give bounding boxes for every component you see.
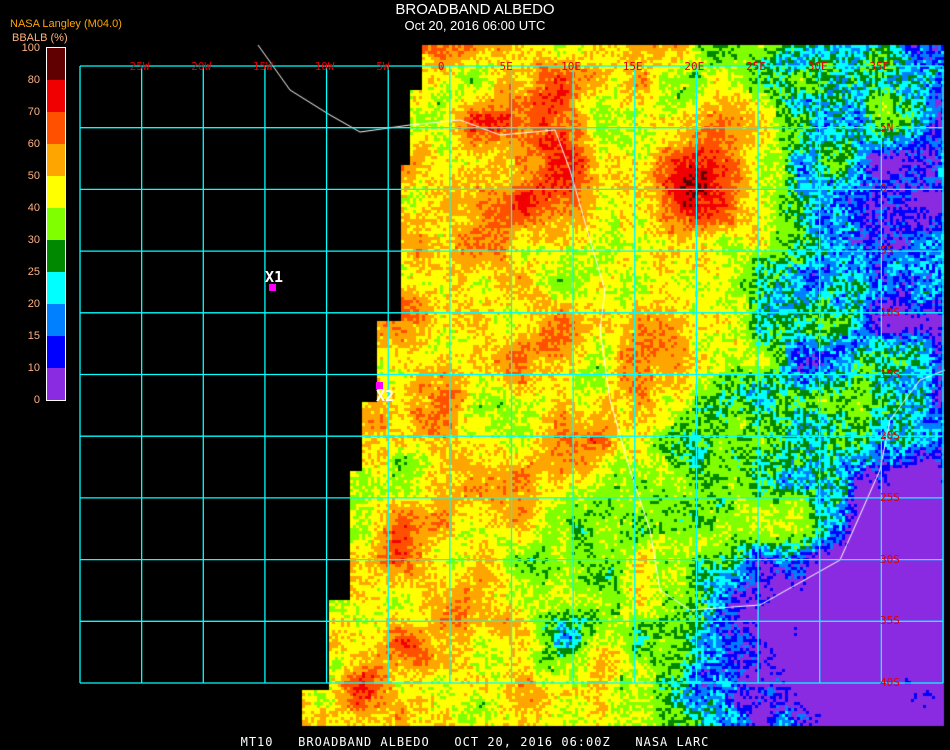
colorbar-tick-label: 100 (21, 42, 40, 54)
colorbar-tick-label: 15 (27, 330, 40, 342)
longitude-label: 25E (746, 60, 766, 73)
longitude-label: 20E (684, 60, 705, 73)
marker-x2-label: X2 (376, 387, 395, 405)
colorbar-tick-label: 40 (27, 202, 40, 214)
latitude-label: 25S (880, 490, 900, 504)
colorbar-bin (47, 272, 65, 304)
colorbar (46, 47, 66, 401)
colorbar-tick-label: 25 (27, 266, 40, 278)
latitude-label: 0 (880, 182, 887, 196)
lat-lon-grid (79, 65, 944, 684)
map-timestamp: Oct 20, 2016 06:00 UTC (404, 18, 546, 33)
longitude-label: 20W (191, 60, 212, 73)
marker-x1-label: X1 (265, 268, 284, 286)
colorbar-tick-label: 30 (27, 234, 40, 246)
satellite-map-view: BROADBAND ALBEDO Oct 20, 2016 06:00 UTC … (0, 0, 950, 750)
longitude-label: 5W (376, 60, 390, 73)
latitude-label: 15S (880, 367, 900, 381)
source-label: NASA Langley (M04.0) (10, 18, 122, 30)
longitude-label: 10E (561, 60, 582, 73)
colorbar-bin (47, 368, 65, 400)
map-title: BROADBAND ALBEDO (395, 1, 555, 18)
longitude-label: 0 (437, 60, 445, 73)
colorbar-tick-label: 70 (27, 106, 40, 118)
colorbar-bin (47, 304, 65, 336)
latitude-label: 40S (880, 676, 900, 689)
latitude-label: 30S (880, 552, 900, 566)
latitude-label: 20S (880, 429, 900, 443)
colorbar-tick-label: 50 (27, 170, 40, 182)
colorbar-tick-label: 10 (27, 362, 40, 374)
latitude-label: 5S (880, 244, 894, 258)
longitude-label: 10W (314, 60, 335, 73)
longitude-label: 5E (499, 60, 513, 73)
colorbar-tick-label: 80 (27, 74, 40, 86)
longitude-label: 15W (252, 60, 273, 73)
longitude-label: 15E (622, 60, 643, 73)
colorbar-bin (47, 336, 65, 368)
longitude-label: 30E (807, 60, 828, 73)
colorbar-bin (47, 48, 65, 80)
longitude-label: 35E (869, 60, 890, 73)
colorbar-tick-label: 20 (27, 298, 40, 310)
latitude-label: 10S (880, 305, 900, 319)
colorbar-bin (47, 80, 65, 112)
colorbar-tick-label: 0 (33, 394, 40, 406)
colorbar-bin (47, 112, 65, 144)
latitude-label: 35S (880, 614, 900, 628)
longitude-label: 25W (129, 60, 150, 73)
colorbar-bin (47, 144, 65, 176)
colorbar-bin (47, 240, 65, 272)
footer-caption: MT10 BROADBAND ALBEDO OCT 20, 2016 06:00… (240, 735, 710, 749)
colorbar-bin (47, 176, 65, 208)
colorbar-bin (47, 208, 65, 240)
colorbar-tick-label: 60 (27, 138, 40, 150)
latitude-label: 5N (880, 120, 894, 134)
